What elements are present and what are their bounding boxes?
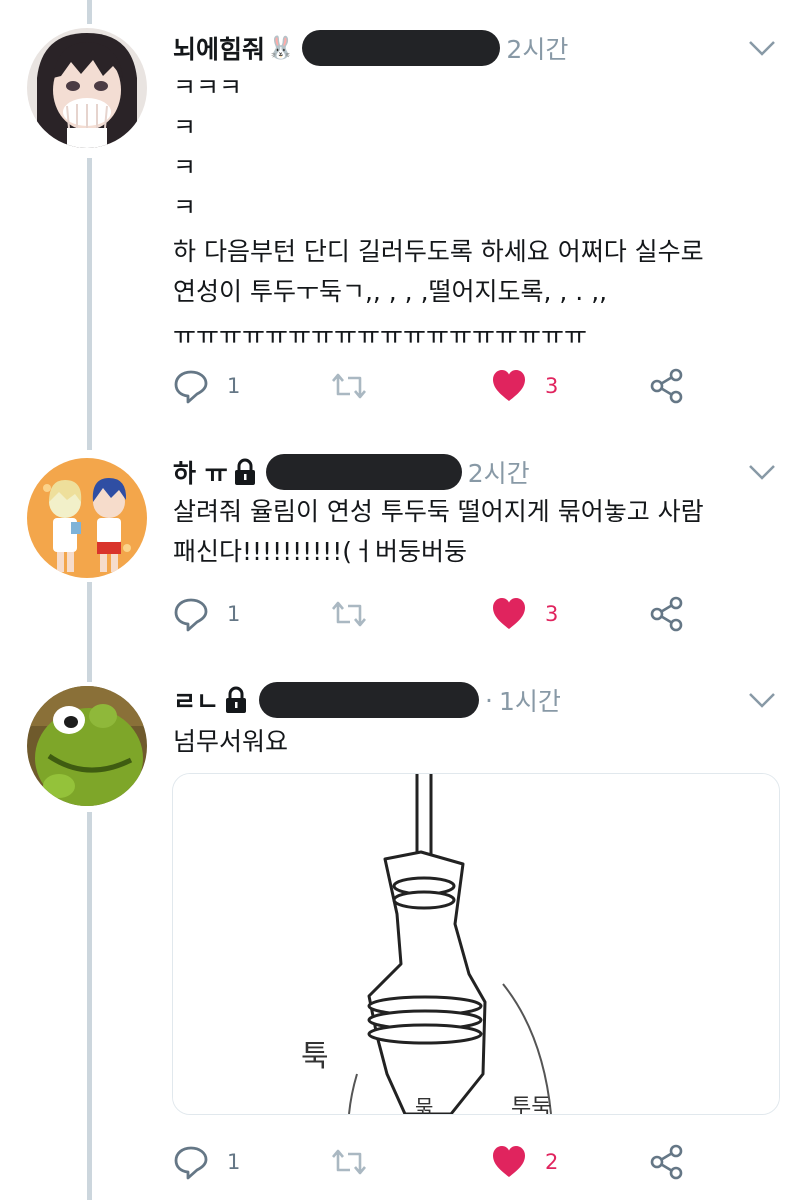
tweet-actions: 1 2 <box>173 1140 713 1184</box>
tweet-text-line: ㅠㅠㅠㅠㅠㅠㅠㅠㅠㅠㅠㅠㅠㅠㅠㅠㅠㅠ <box>173 321 588 350</box>
chevron-down-icon[interactable] <box>747 38 777 58</box>
tweet-text: ㅋㅋㅋ ㅋ ㅋ ㅋ 하 다음부턴 단디 길러두도록 하세요 어쩌다 실수로 연성… <box>173 68 704 356</box>
timestamp[interactable]: 2시간 <box>468 454 530 490</box>
reply-icon <box>174 598 208 632</box>
reply-count: 1 <box>227 374 241 398</box>
tweet-2[interactable]: 하 ㅠ 2시간 살려줘 율림이 연성 투두둑 떨어지게 묶어놓고 사람 패신다!… <box>0 440 807 670</box>
display-name[interactable]: 하 ㅠ <box>173 454 228 490</box>
timestamp[interactable]: 1시간 <box>499 682 561 718</box>
sfx-tuk: 툭 <box>301 1039 329 1074</box>
reply-button[interactable]: 1 <box>173 1140 240 1184</box>
tweet-text: 살려줘 율림이 연성 투두둑 떨어지게 묶어놓고 사람 패신다!!!!!!!!!… <box>173 492 704 572</box>
like-button[interactable]: 3 <box>491 592 558 636</box>
tweet-actions: 1 3 <box>173 364 713 408</box>
chevron-down-icon[interactable] <box>747 462 777 482</box>
reply-button[interactable]: 1 <box>173 592 240 636</box>
tweet-text-line: ㅋ <box>173 193 197 222</box>
display-name[interactable]: 뇌에힘줘 <box>173 30 265 66</box>
tweet-text-line: ㅋ <box>173 153 197 182</box>
avatar-anime-girl-image <box>27 28 147 148</box>
redacted-handle <box>302 30 501 66</box>
share-button[interactable] <box>649 1140 685 1184</box>
redacted-handle <box>259 682 480 718</box>
timestamp[interactable]: 2시간 <box>506 30 568 66</box>
retweet-button[interactable] <box>331 592 367 636</box>
sfx-muk: 묶 <box>415 1095 433 1114</box>
tweet-header: 하 ㅠ 2시간 <box>173 452 530 492</box>
retweet-button[interactable] <box>331 1140 367 1184</box>
tied-drawing-image: 툭 투둑 묶 <box>173 774 779 1114</box>
tweet-text-line: ㅋ <box>173 113 197 142</box>
retweet-icon <box>332 601 366 627</box>
tweet-text-line: 하 다음부턴 단디 길러두도록 하세요 어쩌다 실수로 <box>173 237 704 266</box>
reply-icon <box>174 370 208 404</box>
retweet-button[interactable] <box>331 364 367 408</box>
avatar-frog-image <box>27 686 147 806</box>
share-icon <box>650 596 683 632</box>
display-name[interactable]: ㄹㄴ <box>173 682 219 718</box>
lock-icon <box>234 458 255 485</box>
like-count: 3 <box>545 602 559 626</box>
retweet-icon <box>332 1149 366 1175</box>
reply-icon <box>174 1146 208 1180</box>
tweet-1[interactable]: 뇌에힘줘 🐰 2시간 ㅋㅋㅋ ㅋ ㅋ ㅋ 하 다음부턴 단디 길러두도록 하세요… <box>0 0 807 440</box>
avatar-two-anime-boys-image <box>27 458 147 578</box>
lock-icon <box>226 686 247 713</box>
separator-dot: · <box>485 685 493 715</box>
tweet-header: 뇌에힘줘 🐰 2시간 <box>173 28 568 68</box>
tweet-media-image[interactable]: 툭 투둑 묶 <box>172 773 780 1115</box>
reply-button[interactable]: 1 <box>173 364 240 408</box>
tweet-actions: 1 3 <box>173 592 713 636</box>
heart-icon <box>493 598 525 629</box>
heart-icon <box>493 370 525 401</box>
reply-count: 1 <box>227 602 241 626</box>
avatar[interactable] <box>27 686 147 806</box>
redacted-handle <box>265 454 462 490</box>
heart-icon <box>493 1146 525 1177</box>
tweet-text-line: 살려줘 율림이 연성 투두둑 떨어지게 묶어놓고 사람 <box>173 497 704 526</box>
retweet-icon <box>332 373 366 399</box>
bunny-emoji-icon: 🐰 <box>267 35 295 61</box>
avatar[interactable] <box>27 458 147 578</box>
chevron-down-icon[interactable] <box>747 690 777 710</box>
like-count: 2 <box>545 1150 559 1174</box>
share-button[interactable] <box>649 592 685 636</box>
avatar[interactable] <box>27 28 147 148</box>
sfx-tudduk: 투둑 <box>511 1095 551 1114</box>
share-icon <box>650 1144 683 1180</box>
tweet-text-line: 연성이 투두ㅜ둑ㄱ,, , , ,떨어지도록, , . ,, <box>173 277 608 306</box>
tweet-text-line: 넘무서워요 <box>173 727 289 756</box>
tweet-text-line: ㅋㅋㅋ <box>173 73 243 102</box>
tweet-text-line: 패신다!!!!!!!!!!(ㅓ버둥버둥 <box>173 537 467 566</box>
like-count: 3 <box>545 374 559 398</box>
share-button[interactable] <box>649 364 685 408</box>
tweet-header: ㄹㄴ · 1시간 <box>173 680 561 720</box>
like-button[interactable]: 3 <box>491 364 558 408</box>
tweet-text: 넘무서워요 <box>173 722 288 762</box>
like-button[interactable]: 2 <box>491 1140 558 1184</box>
reply-count: 1 <box>227 1150 241 1174</box>
share-icon <box>650 368 683 404</box>
